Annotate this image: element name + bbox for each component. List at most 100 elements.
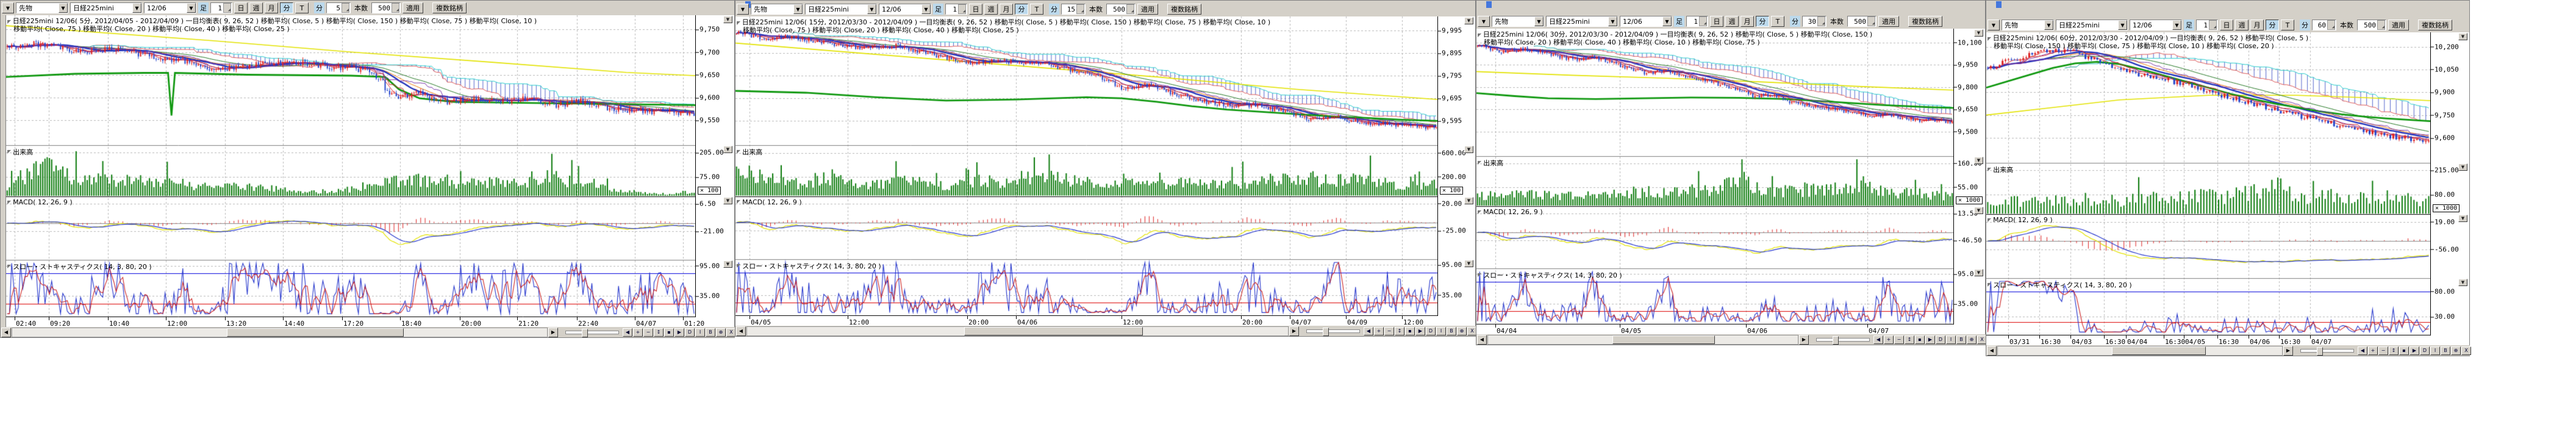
spinner-icon[interactable]: ◢ — [342, 3, 349, 13]
section-collapse-button[interactable]: ▼ — [1974, 157, 1983, 164]
scroll-right-button[interactable]: ▶ — [1799, 335, 1809, 345]
chart-tool-button-1[interactable]: + — [1374, 327, 1384, 336]
scrollbar-thumb[interactable] — [964, 327, 1143, 336]
collapse-corner-icon[interactable]: ◤ — [737, 264, 740, 268]
section-collapse-button[interactable]: ▼ — [2458, 279, 2467, 286]
chart-tool-button-5[interactable]: ▶ — [2410, 346, 2419, 355]
chart-canvas[interactable] — [6, 15, 695, 317]
zoom-slider-thumb[interactable] — [2317, 347, 2323, 356]
bars-input[interactable]: 500◢ — [371, 2, 401, 13]
chart-tool-button-8[interactable]: B — [1447, 327, 1456, 336]
collapse-corner-icon[interactable]: ◤ — [7, 19, 13, 24]
chart-canvas[interactable] — [1476, 29, 1953, 325]
chart-tool-button-4[interactable]: ▪ — [1405, 327, 1415, 336]
window-menu-button[interactable]: ▼ — [2, 2, 14, 13]
period-button-日[interactable]: 日 — [969, 4, 982, 15]
chevron-down-icon[interactable]: ▼ — [921, 4, 931, 14]
scroll-left-button[interactable]: ◀ — [736, 326, 746, 336]
collapse-corner-icon[interactable]: ◤ — [1478, 160, 1481, 165]
period-button-分[interactable]: 分 — [280, 2, 293, 13]
period-button-分[interactable]: 分 — [2266, 20, 2279, 30]
minute-input[interactable]: 5◢ — [326, 2, 351, 13]
collapse-corner-icon[interactable]: ◤ — [7, 264, 11, 269]
chart-tool-button-0[interactable]: ◀ — [623, 328, 632, 337]
chart-tool-button-4[interactable]: ▪ — [664, 328, 674, 337]
scroll-right-button[interactable]: ▶ — [1289, 326, 1299, 336]
section-collapse-button[interactable]: ▼ — [1974, 29, 1983, 37]
window-grip[interactable] — [1486, 1, 1492, 8]
spinner-icon[interactable]: ◢ — [1817, 16, 1825, 26]
period-button-分[interactable]: 分 — [1756, 16, 1769, 27]
contract-select[interactable]: 12/06▼ — [2130, 20, 2182, 30]
chart-tool-button-2[interactable]: − — [1384, 327, 1394, 336]
window-menu-button[interactable]: ▼ — [737, 4, 749, 15]
chart-canvas[interactable] — [735, 16, 1437, 316]
spinner-icon[interactable]: ◢ — [958, 4, 966, 14]
collapse-corner-icon[interactable]: ◤ — [737, 199, 740, 204]
chart-tool-button-7[interactable]: I — [2430, 346, 2440, 355]
section-collapse-button[interactable]: ▼ — [723, 260, 732, 268]
apply-button[interactable]: 適用 — [1878, 16, 1899, 27]
spinner-icon[interactable]: ◢ — [1076, 4, 1084, 14]
chart-tool-button-3[interactable]: ↕ — [1905, 336, 1914, 344]
chart-tool-button-0[interactable]: ◀ — [1364, 327, 1373, 336]
section-collapse-button[interactable]: ▼ — [723, 16, 732, 23]
chart-tool-button-0[interactable]: ◀ — [1873, 336, 1883, 344]
spinner-icon[interactable]: ◢ — [2327, 20, 2335, 30]
spinner-icon[interactable]: ◢ — [223, 3, 231, 13]
collapse-corner-icon[interactable]: ◤ — [7, 149, 11, 154]
period-button-T[interactable]: T — [1771, 16, 1784, 27]
chart-tool-button-6[interactable]: D — [1936, 336, 1945, 344]
ashi-count-input[interactable]: 1◢ — [945, 4, 967, 15]
period-button-週[interactable]: 週 — [2235, 20, 2249, 30]
chart-tool-button-4[interactable]: ▪ — [1915, 336, 1925, 344]
window-grip[interactable] — [1996, 1, 2002, 8]
chevron-down-icon[interactable]: ▼ — [1662, 16, 1672, 26]
chart-tool-button-9[interactable]: ⊕ — [716, 328, 726, 337]
spinner-icon[interactable]: ◢ — [1126, 4, 1134, 14]
period-button-日[interactable]: 日 — [1710, 16, 1723, 27]
section-collapse-button[interactable]: ▼ — [2458, 33, 2467, 40]
chart-tool-button-6[interactable]: D — [2420, 346, 2430, 355]
apply-button[interactable]: 適用 — [2388, 20, 2409, 30]
section-collapse-button[interactable]: ▼ — [723, 146, 732, 153]
chevron-down-icon[interactable]: ▼ — [2172, 20, 2181, 30]
contract-select[interactable]: 12/06▼ — [1620, 16, 1672, 27]
period-button-月[interactable]: 月 — [1741, 16, 1754, 27]
section-collapse-button[interactable]: ▼ — [1464, 197, 1473, 204]
scroll-left-button[interactable]: ◀ — [1987, 346, 1997, 356]
window-menu-button[interactable]: ▼ — [1478, 16, 1490, 27]
chart-tool-button-2[interactable]: − — [1894, 336, 1904, 344]
scrollbar-track[interactable] — [1997, 346, 2283, 356]
zoom-slider-thumb[interactable] — [582, 329, 588, 337]
chevron-down-icon[interactable]: ▼ — [1608, 16, 1617, 26]
multi-symbol-button[interactable]: 複数銘柄 — [2418, 20, 2452, 30]
chart-tool-button-5[interactable]: ▶ — [1415, 327, 1425, 336]
instrument-select[interactable]: 日経225mini▼ — [805, 4, 877, 15]
multi-symbol-button[interactable]: 複数銘柄 — [1167, 4, 1201, 15]
chart-tool-button-1[interactable]: + — [2368, 346, 2378, 355]
apply-button[interactable]: 適用 — [1137, 4, 1158, 15]
chart-tool-button-3[interactable]: ↕ — [1395, 327, 1404, 336]
bars-input[interactable]: 500◢ — [1106, 4, 1136, 15]
zoom-slider[interactable] — [1816, 338, 1870, 342]
scrollbar-thumb[interactable] — [227, 328, 404, 337]
collapse-corner-icon[interactable]: ◤ — [1478, 273, 1481, 278]
chart-tool-button-6[interactable]: D — [685, 328, 695, 337]
chevron-down-icon[interactable]: ▼ — [1534, 16, 1544, 26]
period-button-分[interactable]: 分 — [1015, 4, 1028, 15]
collapse-corner-icon[interactable]: ◤ — [737, 149, 740, 154]
zoom-slider-thumb[interactable] — [1833, 336, 1839, 345]
period-button-T[interactable]: T — [2281, 20, 2294, 30]
instrument-select[interactable]: 日経225mini▼ — [2056, 20, 2128, 30]
minute-input[interactable]: 60◢ — [2312, 20, 2336, 30]
chart-tool-button-4[interactable]: ▪ — [2399, 346, 2409, 355]
period-button-T[interactable]: T — [1030, 4, 1043, 15]
chart-tool-button-9[interactable]: ⊕ — [1457, 327, 1467, 336]
ashi-count-input[interactable]: 1◢ — [1686, 16, 1708, 27]
chart-tool-button-9[interactable]: ⊕ — [1967, 336, 1977, 344]
chart-tool-button-6[interactable]: D — [1426, 327, 1436, 336]
chart-tool-button-2[interactable]: − — [2378, 346, 2388, 355]
section-collapse-button[interactable]: ▼ — [1464, 146, 1473, 153]
chart-tool-button-3[interactable]: ↕ — [2389, 346, 2399, 355]
